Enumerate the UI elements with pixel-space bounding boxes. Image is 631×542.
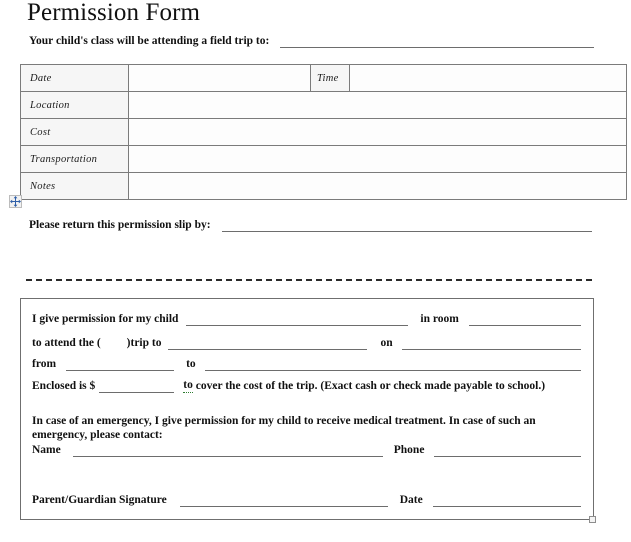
signature-row: Parent/Guardian Signature Date <box>32 494 581 507</box>
cell-value-notes[interactable] <box>128 172 627 200</box>
trip-attend-row: to attend the ( )trip to on <box>32 337 581 350</box>
cell-label-notes: Notes <box>20 172 129 200</box>
field-trip-destination-blank[interactable] <box>280 36 594 48</box>
from-label: from <box>32 358 57 370</box>
cell-label-time: Time <box>310 64 350 92</box>
return-slip-label: Please return this permission slip by: <box>29 219 211 231</box>
table-row: Notes <box>20 172 627 200</box>
trip-destination-blank[interactable] <box>168 338 368 350</box>
field-trip-destination-row: Your child's class will be attending a f… <box>29 35 594 48</box>
page-title: Permission Form <box>27 0 201 26</box>
table-row: Date Time <box>20 64 627 92</box>
in-room-label: in room <box>420 313 459 325</box>
to-label: to <box>186 358 196 370</box>
permission-child-row: I give permission for my child in room <box>32 313 581 326</box>
permission-slip-box <box>20 298 594 520</box>
enclosed-note-label: cover the cost of the trip. (Exact cash … <box>192 380 546 392</box>
move-four-arrows-icon <box>10 196 21 207</box>
trip-time-row: from to <box>32 358 581 371</box>
cell-label-cost: Cost <box>20 118 129 146</box>
trip-type-blank[interactable] <box>101 339 127 350</box>
cell-label-location: Location <box>20 91 129 119</box>
cell-label-date: Date <box>20 64 129 92</box>
emergency-phone-label: Phone <box>393 444 425 456</box>
cut-here-dashed-divider <box>26 279 592 281</box>
return-slip-row: Please return this permission slip by: <box>29 219 592 232</box>
grammar-flagged-to-word: to <box>183 379 193 393</box>
signature-date-blank[interactable] <box>432 495 581 507</box>
table-row: Location <box>20 91 627 119</box>
table-row: Transportation <box>20 145 627 173</box>
enclosed-label: Enclosed is $ <box>32 380 96 392</box>
room-number-blank[interactable] <box>468 314 581 326</box>
permission-child-label: I give permission for my child <box>32 313 179 325</box>
cell-value-time[interactable] <box>349 64 627 92</box>
trip-on-label: on <box>380 337 393 349</box>
attend-trip-open-label: to attend the ( <box>32 337 101 349</box>
cell-label-transportation: Transportation <box>20 145 129 173</box>
emergency-name-label: Name <box>32 444 61 456</box>
return-slip-date-blank[interactable] <box>221 220 592 232</box>
signature-blank[interactable] <box>179 495 388 507</box>
signature-date-label: Date <box>399 494 423 506</box>
emergency-contact-row: Name Phone <box>32 444 581 457</box>
enclosed-amount-row: Enclosed is $ to cover the cost of the t… <box>32 379 581 393</box>
emergency-name-blank[interactable] <box>72 445 383 457</box>
cell-value-cost[interactable] <box>128 118 627 146</box>
table-move-handle[interactable] <box>9 195 22 208</box>
attend-trip-close-label: )trip to <box>126 337 162 349</box>
trip-date-blank[interactable] <box>401 338 581 350</box>
field-trip-destination-label: Your child's class will be attending a f… <box>29 35 270 47</box>
table-row: Cost <box>20 118 627 146</box>
signature-label: Parent/Guardian Signature <box>32 494 167 506</box>
document-page: Permission Form Your child's class will … <box>0 0 631 542</box>
emergency-paragraph: In case of an emergency, I give permissi… <box>32 415 536 441</box>
cell-value-date[interactable] <box>128 64 311 92</box>
child-name-blank[interactable] <box>186 314 409 326</box>
emergency-phone-blank[interactable] <box>434 445 581 457</box>
from-time-blank[interactable] <box>66 359 175 371</box>
cell-value-location[interactable] <box>128 91 627 119</box>
textbox-resize-handle[interactable] <box>589 516 596 523</box>
trip-details-table: Date Time Location Cost Transportation N… <box>20 64 627 200</box>
to-time-blank[interactable] <box>204 359 581 371</box>
cell-value-transportation[interactable] <box>128 145 627 173</box>
enclosed-amount-blank[interactable] <box>99 381 175 393</box>
